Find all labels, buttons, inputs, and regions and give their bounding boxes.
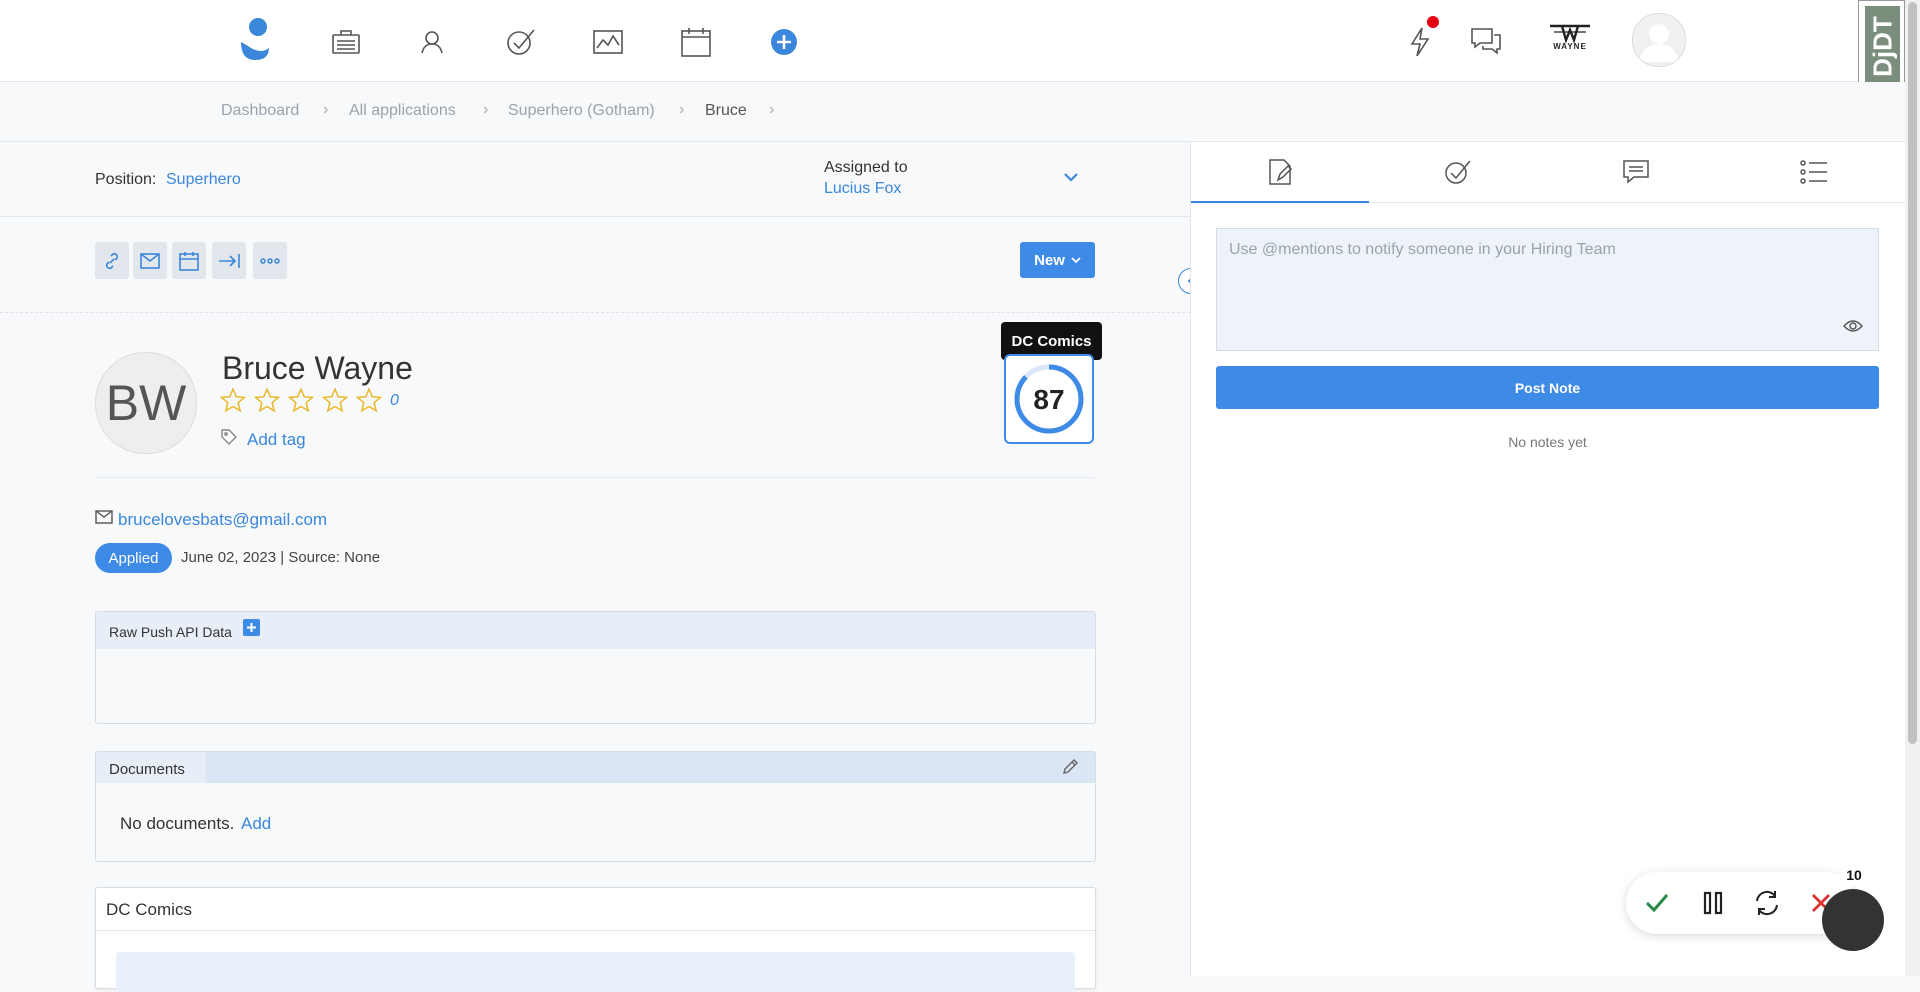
notification-dot	[1427, 16, 1439, 28]
breadcrumb-all-applications[interactable]: All applications	[349, 102, 456, 120]
page-scrollbar[interactable]	[1905, 0, 1920, 976]
candidate-avatar: BW	[95, 352, 197, 454]
breadcrumb-separator: ›	[323, 101, 329, 118]
documents-empty-text: No documents.	[120, 814, 235, 833]
check-task-icon	[1445, 160, 1471, 184]
position-bar: Position: Superhero Assigned to Lucius F…	[0, 142, 1190, 217]
add-new-icon[interactable]	[764, 22, 804, 62]
raw-push-title: Raw Push API Data	[109, 624, 232, 640]
assigned-label: Assigned to	[824, 159, 908, 176]
divider	[95, 477, 1094, 478]
notes-icon	[1269, 158, 1293, 185]
star-icon[interactable]	[355, 387, 383, 413]
pending-count-badge: 10	[1839, 864, 1869, 886]
notes-empty-text: No notes yet	[1508, 434, 1587, 450]
star-icon[interactable]	[321, 387, 349, 413]
reports-chart-icon[interactable]	[588, 22, 628, 62]
arrow-to-right-icon	[219, 253, 240, 268]
debug-toolbar-label: DjDT	[1867, 16, 1898, 77]
chat-launcher-button[interactable]	[1822, 889, 1884, 951]
copy-link-button[interactable]	[95, 242, 129, 279]
breadcrumb-job[interactable]: Superhero (Gotham)	[508, 102, 655, 120]
briefcase-icon[interactable]	[326, 22, 366, 62]
list-icon	[1800, 160, 1827, 184]
dc-comics-title: DC Comics	[106, 900, 192, 919]
approve-check-icon[interactable]	[1644, 890, 1670, 916]
company-logo-text: WAYNE	[1553, 42, 1587, 51]
debug-toolbar-handle[interactable]: DjDT	[1858, 0, 1905, 90]
add-document-link[interactable]: Add	[241, 814, 271, 834]
breadcrumb-separator: ›	[483, 101, 489, 118]
scrollbar-thumb[interactable]	[1908, 2, 1917, 744]
more-actions-button[interactable]	[253, 242, 287, 279]
top-nav: WAYNE DjDT	[0, 0, 1905, 90]
status-badge: Applied	[95, 543, 172, 573]
chevron-down-icon	[1071, 257, 1081, 264]
assignee-name[interactable]: Lucius Fox	[824, 180, 901, 198]
more-dots-icon	[260, 257, 280, 264]
link-icon	[105, 252, 119, 269]
dc-comics-content	[116, 952, 1075, 992]
match-score-card[interactable]: 87	[1004, 354, 1094, 444]
star-icon[interactable]	[253, 387, 281, 413]
tab-tasks[interactable]	[1369, 142, 1547, 202]
comment-icon	[1623, 160, 1649, 184]
email-candidate-button[interactable]	[133, 242, 167, 279]
app-logo-icon[interactable]	[235, 16, 275, 62]
candidate-name: Bruce Wayne	[222, 350, 413, 386]
breadcrumb-separator: ›	[769, 101, 775, 118]
position-link[interactable]: Superhero	[166, 171, 241, 189]
tab-activity-list[interactable]	[1725, 142, 1903, 202]
activity-bolt-icon[interactable]	[1400, 22, 1440, 62]
breadcrumb: Dashboard › All applications › Superhero…	[0, 82, 1905, 142]
match-score-value: 87	[1033, 384, 1065, 415]
company-logo[interactable]: WAYNE	[1540, 22, 1600, 54]
star-icon[interactable]	[287, 387, 315, 413]
expand-plus-icon[interactable]	[243, 619, 260, 636]
divider	[96, 930, 1095, 931]
tab-notes[interactable]	[1191, 142, 1369, 203]
tag-icon	[220, 428, 238, 446]
candidate-email[interactable]: brucelovesbats@gmail.com	[118, 510, 327, 530]
edit-pencil-icon[interactable]	[1061, 758, 1079, 776]
documents-panel: Documents No documents. Add	[95, 751, 1096, 862]
candidate-main: Position: Superhero Assigned to Lucius F…	[0, 142, 1190, 992]
add-tag-link[interactable]: Add tag	[247, 430, 306, 450]
messages-icon[interactable]	[1466, 22, 1506, 62]
status-dropdown-label: New	[1034, 251, 1065, 269]
breadcrumb-separator: ›	[679, 101, 685, 118]
note-input-placeholder: Use @mentions to notify someone in your …	[1229, 241, 1616, 258]
pause-icon[interactable]	[1700, 890, 1726, 916]
dc-comics-panel: DC Comics	[95, 887, 1096, 992]
tab-comments[interactable]	[1547, 142, 1725, 202]
status-dropdown-button[interactable]: New	[1020, 242, 1095, 278]
position-label: Position:	[95, 171, 157, 188]
assignee-dropdown-chevron-icon[interactable]	[1060, 166, 1082, 188]
envelope-icon	[95, 510, 113, 524]
breadcrumb-current: Bruce	[705, 102, 747, 119]
breadcrumb-dashboard[interactable]: Dashboard	[221, 102, 299, 120]
calendar-icon[interactable]	[676, 22, 716, 62]
documents-title: Documents	[109, 761, 185, 778]
raw-push-panel: Raw Push API Data	[95, 611, 1096, 724]
refresh-icon[interactable]	[1753, 889, 1781, 917]
post-note-button[interactable]: Post Note	[1216, 366, 1879, 409]
schedule-button[interactable]	[172, 242, 206, 279]
note-input[interactable]: Use @mentions to notify someone in your …	[1216, 228, 1879, 351]
move-stage-button[interactable]	[212, 242, 246, 279]
check-task-icon[interactable]	[501, 22, 541, 62]
star-rating[interactable]	[219, 387, 390, 417]
calendar-icon	[179, 251, 199, 271]
rating-count: 0	[390, 392, 399, 409]
applied-meta: June 02, 2023 | Source: None	[181, 549, 381, 566]
envelope-icon	[140, 252, 160, 269]
visibility-eye-icon[interactable]	[1843, 319, 1863, 333]
divider	[0, 312, 1190, 313]
user-avatar[interactable]	[1632, 13, 1686, 67]
star-icon[interactable]	[219, 387, 247, 413]
right-tabs	[1191, 142, 1906, 203]
notes-panel: Use @mentions to notify someone in your …	[1190, 142, 1906, 976]
person-icon[interactable]	[412, 22, 452, 62]
